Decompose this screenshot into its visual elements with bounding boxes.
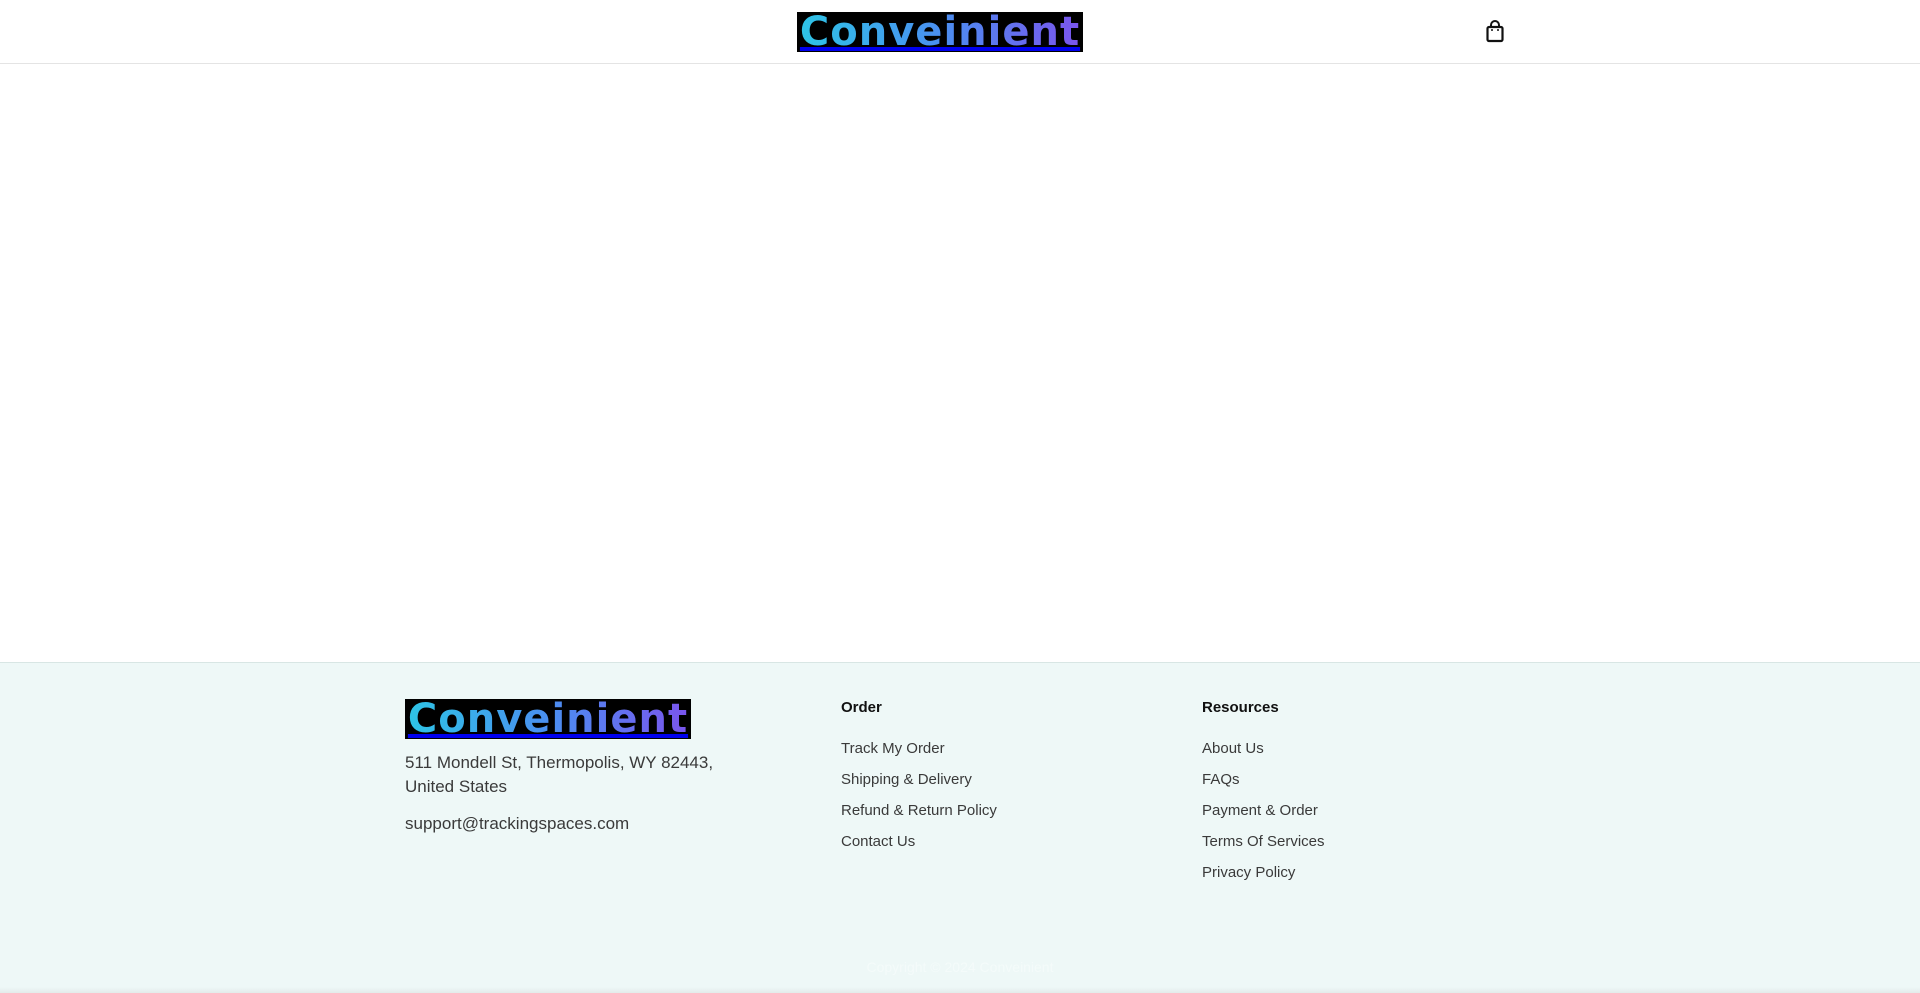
shopping-bag-icon[interactable] [1484,20,1506,44]
site-footer: Conveinient 511 Mondell St, Thermopolis,… [0,662,1920,993]
link-about-us[interactable]: About Us [1202,740,1325,771]
bottom-shadow [0,987,1920,993]
resources-heading: Resources [1202,699,1279,716]
footer-address: 511 Mondell St, Thermopolis, WY 82443, U… [405,753,714,796]
main-content [0,65,1920,662]
link-shipping-delivery[interactable]: Shipping & Delivery [841,771,997,802]
link-payment-order[interactable]: Payment & Order [1202,802,1325,833]
logo-text: Conveinient [799,9,1081,55]
site-header: Conveinient [0,0,1920,64]
footer-resources-column: Resources About Us FAQs Payment & Order … [1202,699,1325,895]
footer-logo[interactable]: Conveinient [405,699,691,739]
footer-email[interactable]: support@trackingspaces.com [405,812,629,836]
footer-order-column: Order Track My Order Shipping & Delivery… [841,699,997,864]
link-privacy-policy[interactable]: Privacy Policy [1202,864,1325,895]
order-heading: Order [841,699,882,716]
link-terms-of-services[interactable]: Terms Of Services [1202,833,1325,864]
link-contact-us[interactable]: Contact Us [841,833,997,864]
copyright-text: Copyright © 2024 Conveinient [866,959,1054,975]
header-logo[interactable]: Conveinient [797,12,1083,52]
link-track-my-order[interactable]: Track My Order [841,740,997,771]
link-faqs[interactable]: FAQs [1202,771,1325,802]
link-refund-return-policy[interactable]: Refund & Return Policy [841,802,997,833]
footer-logo-text: Conveinient [407,696,689,742]
